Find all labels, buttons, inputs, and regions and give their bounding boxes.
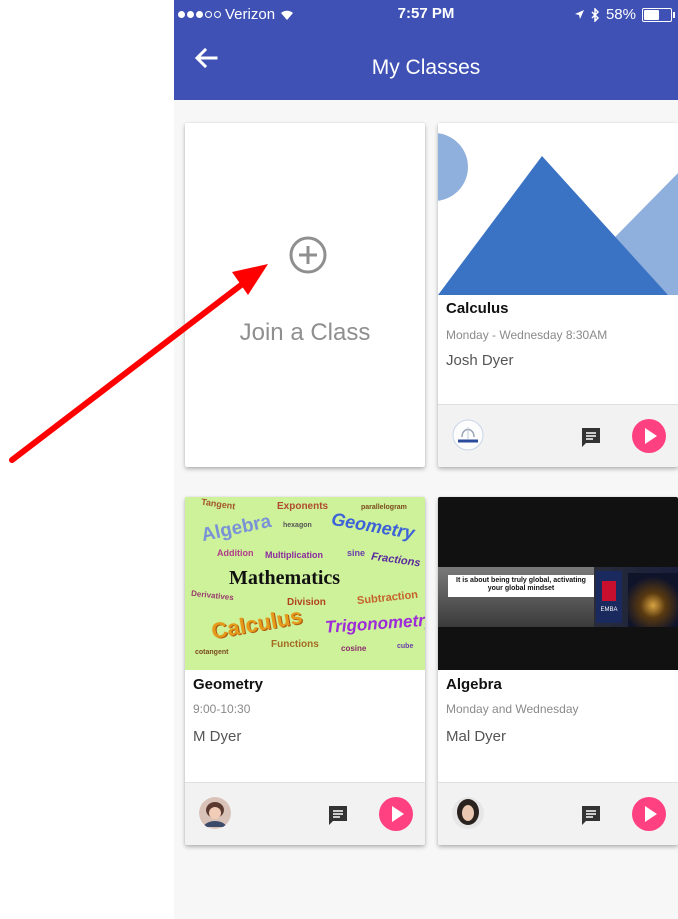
avatar <box>452 419 484 451</box>
bluetooth-icon <box>591 7 600 22</box>
class-name: Geometry <box>193 676 264 693</box>
cover-word: Geometry <box>329 508 417 544</box>
battery-percent: 58% <box>605 6 636 23</box>
chat-icon[interactable] <box>327 804 349 826</box>
status-bar: Verizon 7:57 PM 58% <box>174 0 678 28</box>
class-schedule: Monday - Wednesday 8:30AM <box>446 328 608 342</box>
class-cover-image: Tangent Exponents parallelogram Algebra … <box>185 497 425 670</box>
chat-icon[interactable] <box>580 426 602 448</box>
class-card-geometry[interactable]: Tangent Exponents parallelogram Algebra … <box>185 497 425 845</box>
cover-word: Addition <box>217 548 254 558</box>
play-button[interactable] <box>379 797 413 831</box>
join-class-label: Join a Class <box>239 319 371 346</box>
class-cover-image: It is about being truly global, activati… <box>438 497 678 670</box>
cover-word: Calculus <box>209 603 305 644</box>
card-footer <box>438 782 678 845</box>
cover-word: cosine <box>341 644 367 653</box>
play-icon <box>645 428 657 444</box>
class-schedule: Monday and Wednesday <box>446 702 579 716</box>
cover-word: Exponents <box>277 501 329 512</box>
cover-logo: EMBA <box>596 571 622 623</box>
play-icon <box>645 806 657 822</box>
cover-banner: It is about being truly global, activati… <box>438 567 678 627</box>
cover-word: hexagon <box>283 522 312 529</box>
cover-word: cotangent <box>195 649 229 656</box>
cover-word: Multiplication <box>265 550 323 560</box>
class-cover-image <box>438 123 678 295</box>
battery-icon <box>642 7 675 22</box>
class-name: Calculus <box>446 300 509 317</box>
card-footer <box>438 404 678 467</box>
cover-caption: It is about being truly global, activati… <box>456 577 586 592</box>
cover-word: Fractions <box>370 550 422 570</box>
status-right: 58% <box>574 6 675 23</box>
cover-word: Subtraction <box>356 588 419 608</box>
class-card-calculus[interactable]: Calculus Monday - Wednesday 8:30AM Josh … <box>438 123 678 467</box>
plus-circle-icon <box>289 236 327 274</box>
play-button[interactable] <box>632 797 666 831</box>
cover-word: Tangent <box>200 497 236 512</box>
avatar <box>452 797 484 829</box>
location-arrow-icon <box>574 10 584 19</box>
page-title: My Classes <box>371 56 481 79</box>
phone-screen: Verizon 7:57 PM 58% My Classes Join a Cl… <box>174 0 678 919</box>
cover-word: Derivatives <box>190 588 235 603</box>
class-teacher: Josh Dyer <box>446 352 514 369</box>
class-schedule: 9:00-10:30 <box>193 702 251 716</box>
cover-word: parallelogram <box>361 504 407 511</box>
class-teacher: Mal Dyer <box>446 728 507 745</box>
play-icon <box>392 806 404 822</box>
cover-word: Mathematics <box>229 567 341 589</box>
cover-word: Algebra <box>199 510 274 547</box>
class-card-algebra[interactable]: It is about being truly global, activati… <box>438 497 678 845</box>
cover-word: sine <box>347 548 366 558</box>
cover-word: Trigonometry <box>324 610 425 637</box>
chat-icon[interactable] <box>580 804 602 826</box>
app-bar: Verizon 7:57 PM 58% My Classes <box>174 0 678 100</box>
class-teacher: M Dyer <box>193 728 242 745</box>
avatar <box>199 797 231 829</box>
class-name: Algebra <box>446 676 502 693</box>
card-footer <box>185 782 425 845</box>
play-button[interactable] <box>632 419 666 453</box>
cover-word: cube <box>397 643 414 650</box>
join-class-card[interactable]: Join a Class <box>185 123 425 467</box>
cover-word: Functions <box>271 639 319 650</box>
